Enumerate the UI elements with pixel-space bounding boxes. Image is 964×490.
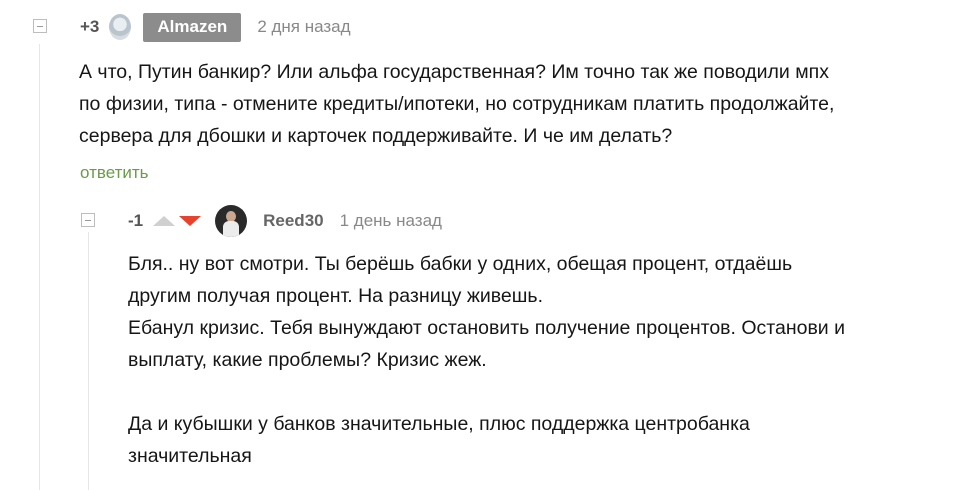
comment-rating: -1 bbox=[128, 211, 144, 230]
reply-link[interactable]: ответить bbox=[80, 163, 149, 183]
timestamp[interactable]: 2 дня назад bbox=[257, 17, 350, 37]
thread-line-root bbox=[39, 44, 40, 490]
avatar[interactable] bbox=[109, 14, 132, 40]
username[interactable]: Reed30 bbox=[263, 211, 323, 231]
avatar[interactable] bbox=[215, 205, 248, 237]
comment-text: А что, Путин банкир? Или альфа государст… bbox=[79, 61, 835, 147]
username[interactable]: Almazen bbox=[143, 12, 242, 42]
comment-rating: +3 bbox=[80, 17, 100, 36]
collapse-icon[interactable] bbox=[33, 19, 47, 33]
collapse-icon[interactable] bbox=[81, 213, 95, 227]
thread-line-child bbox=[88, 232, 89, 490]
downvote-icon[interactable] bbox=[179, 216, 202, 226]
comment-header: -1 Reed30 1 день назад bbox=[128, 204, 442, 238]
timestamp[interactable]: 1 день назад bbox=[340, 211, 442, 231]
upvote-icon[interactable] bbox=[153, 216, 176, 226]
comment-header: +3 Almazen 2 дня назад bbox=[80, 12, 351, 42]
comment-text: Бля.. ну вот смотри. Ты берёшь бабки у о… bbox=[128, 253, 846, 467]
